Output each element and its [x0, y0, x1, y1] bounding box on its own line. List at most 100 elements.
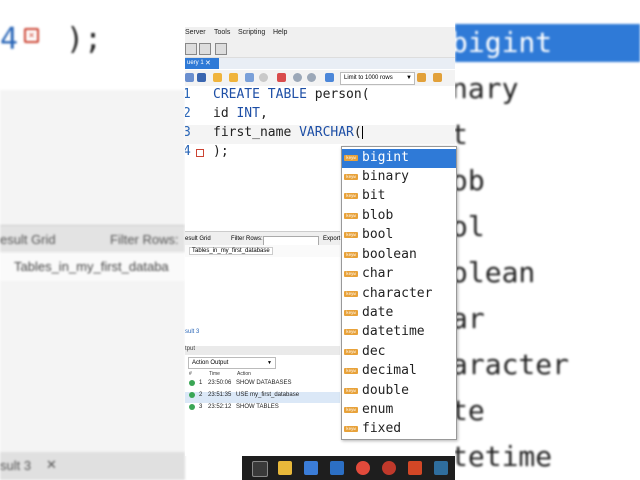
- autocomplete-popup: keyw bigint keyw binary keyw bit keyw blob k…: [341, 146, 457, 440]
- autocomplete-item[interactable]: keyw decimal: [342, 362, 456, 381]
- autocomplete-item[interactable]: keyw enum: [342, 401, 456, 420]
- menu-help[interactable]: Help: [273, 29, 287, 36]
- autocommit-icon[interactable]: [325, 73, 334, 82]
- autocomplete-item[interactable]: keyw char: [342, 265, 456, 284]
- autocomplete-item[interactable]: keyw bit: [342, 187, 456, 206]
- result-toolbar: esult Grid Filter Rows: Export: [185, 231, 340, 247]
- autocomplete-item[interactable]: keyw dec: [342, 343, 456, 362]
- execute-icon[interactable]: [213, 73, 222, 82]
- item-label: bool: [362, 227, 394, 242]
- bg-word: ob: [455, 164, 485, 197]
- menu-server[interactable]: Server: [185, 29, 206, 36]
- item-label: blob: [362, 208, 394, 223]
- bg-word: aracter: [455, 348, 570, 381]
- bg-result-tab: sult 3 ✕: [0, 452, 185, 480]
- reconnect-icon[interactable]: [215, 43, 227, 55]
- screen-recorder-icon[interactable]: [382, 461, 396, 475]
- powerpoint-icon[interactable]: [408, 461, 422, 475]
- background-zoom-right: bigint nary t ob ol olean ar aracter te …: [455, 0, 640, 480]
- keyword-badge-icon: keyw: [344, 388, 358, 394]
- limit-rows-select[interactable]: Limit to 1000 rows ▼: [340, 72, 415, 85]
- bg-close-icon: ✕: [46, 457, 57, 472]
- chevron-down-icon: ▼: [406, 75, 412, 81]
- col-num: #: [189, 371, 192, 377]
- find-icon[interactable]: [433, 73, 442, 82]
- output-type-select[interactable]: Action Output ▼: [188, 357, 276, 369]
- item-label: char: [362, 266, 394, 281]
- open-file-icon[interactable]: [185, 73, 194, 82]
- menu-scripting[interactable]: Scripting: [238, 29, 265, 36]
- keyword-badge-icon: keyw: [344, 291, 358, 297]
- row-time: 23:52:12: [208, 404, 232, 410]
- item-label: binary: [362, 169, 409, 184]
- close-tab-icon[interactable]: ✕: [205, 58, 211, 69]
- bg-result-bar: esult Grid Filter Rows:: [0, 225, 185, 252]
- store-icon[interactable]: [304, 461, 318, 475]
- code-rest: (: [353, 125, 362, 140]
- taskbar: [242, 456, 455, 480]
- bg-word: olean: [455, 256, 536, 289]
- autocomplete-item[interactable]: keyw bigint: [342, 149, 456, 168]
- rollback-icon[interactable]: [307, 73, 316, 82]
- keyword-badge-icon: keyw: [344, 426, 358, 432]
- save-icon[interactable]: [197, 73, 206, 82]
- menu-tools[interactable]: Tools: [214, 29, 230, 36]
- result-tab[interactable]: sult 3: [185, 329, 340, 338]
- output-row[interactable]: 3 23:52:12 SHOW TABLES: [185, 404, 340, 415]
- chrome-icon[interactable]: [356, 461, 370, 475]
- new-connection-icon[interactable]: [185, 43, 197, 55]
- autocomplete-item[interactable]: keyw double: [342, 382, 456, 401]
- column-header[interactable]: Tables_in_my_first_database: [189, 247, 273, 255]
- keyword-badge-icon: keyw: [344, 155, 358, 161]
- autocomplete-item[interactable]: keyw fixed: [342, 420, 456, 439]
- item-label: bigint: [362, 150, 409, 165]
- editor-line: 1 CREATE TABLE person(: [185, 87, 455, 106]
- success-icon: [189, 404, 195, 410]
- commit-icon[interactable]: [293, 73, 302, 82]
- mysql-workbench-icon[interactable]: [434, 461, 448, 475]
- output-row[interactable]: 1 23:50:06 SHOW DATABASES: [185, 380, 340, 391]
- bg-word: ar: [455, 302, 485, 335]
- autocomplete-item[interactable]: keyw bool: [342, 226, 456, 245]
- keyword: VARCHAR: [299, 125, 354, 140]
- beautify-icon[interactable]: [417, 73, 426, 82]
- result-grid-button[interactable]: esult Grid: [185, 236, 211, 242]
- explain-icon[interactable]: [245, 73, 254, 82]
- syntax-error-icon[interactable]: [196, 149, 204, 157]
- file-explorer-icon[interactable]: [278, 461, 292, 475]
- chevron-down-icon: ▼: [267, 360, 272, 366]
- autocomplete-item[interactable]: keyw character: [342, 285, 456, 304]
- autocomplete-item[interactable]: keyw blob: [342, 207, 456, 226]
- export-button[interactable]: Export: [323, 236, 340, 242]
- autocomplete-item[interactable]: keyw date: [342, 304, 456, 323]
- output-panel-header: tput: [185, 346, 340, 355]
- tab-query-1[interactable]: uery 1 ✕: [185, 58, 219, 69]
- menu-bar: Server Tools Scripting Help: [185, 27, 455, 40]
- item-label: date: [362, 305, 394, 320]
- execute-current-icon[interactable]: [229, 73, 238, 82]
- tab-query-1-label: uery 1: [187, 60, 204, 66]
- item-label: double: [362, 383, 409, 398]
- bg-error-icon: ✕: [24, 28, 39, 43]
- mail-icon[interactable]: [330, 461, 344, 475]
- keyword-badge-icon: keyw: [344, 310, 358, 316]
- keyword-badge-icon: keyw: [344, 349, 358, 355]
- bg-result-grid-label: esult Grid: [0, 232, 56, 247]
- autocomplete-item[interactable]: keyw boolean: [342, 246, 456, 265]
- keyword: INT: [236, 106, 260, 121]
- toggle-error-icon[interactable]: [277, 73, 286, 82]
- line-number: 1: [185, 87, 191, 102]
- task-view-icon[interactable]: [252, 461, 268, 477]
- text-cursor: [361, 126, 363, 139]
- row-num: 3: [199, 404, 203, 410]
- autocomplete-item[interactable]: keyw binary: [342, 168, 456, 187]
- output-title: tput: [185, 346, 196, 352]
- stop-icon[interactable]: [259, 73, 268, 82]
- bg-line-number: 4: [0, 22, 19, 57]
- code-text: id INT,: [213, 106, 268, 121]
- keyword-badge-icon: keyw: [344, 174, 358, 180]
- inspector-icon[interactable]: [199, 43, 211, 55]
- autocomplete-item[interactable]: keyw datetime: [342, 323, 456, 342]
- item-label: dec: [362, 344, 386, 359]
- output-row[interactable]: 2 23:51:35 USE my_first_database: [185, 392, 340, 403]
